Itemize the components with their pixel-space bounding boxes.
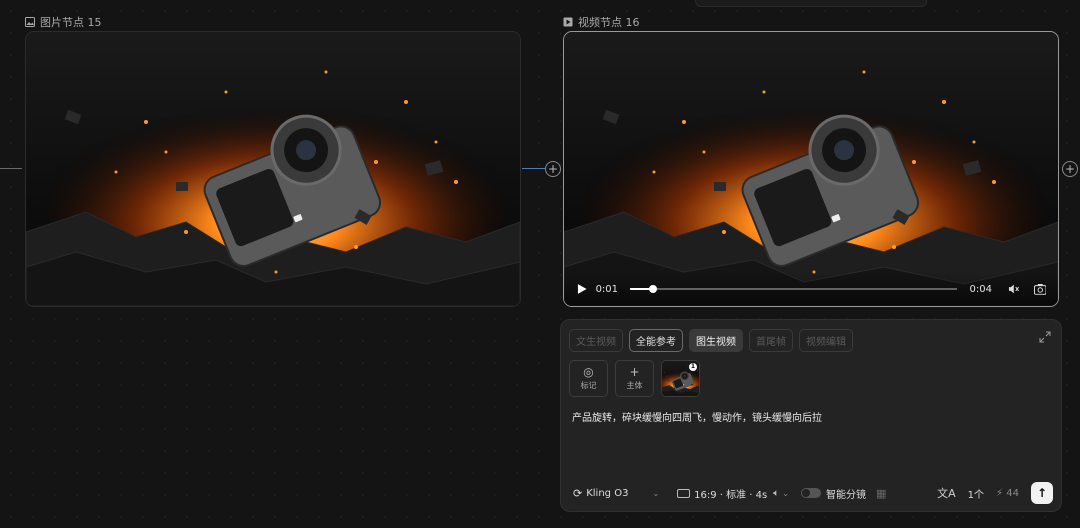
seek-bar[interactable] xyxy=(630,285,958,293)
credits-value: 44 xyxy=(1006,487,1019,499)
expand-icon[interactable] xyxy=(1039,331,1051,343)
video-player[interactable]: 0:01 0:04 xyxy=(563,31,1059,307)
image-node-title-label: 图片节点 15 xyxy=(40,16,102,29)
translate-icon[interactable]: 文A xyxy=(937,485,956,501)
generation-options-bar: ⟳ Kling O3 ⌄ 16:9 · 标准 · 4s 🔈︎ ⌄ 智能分镜 ▦ … xyxy=(573,482,1053,504)
video-node-title-label: 视频节点 16 xyxy=(578,16,640,29)
output-count[interactable]: 1个 xyxy=(968,486,984,501)
smart-storyboard-label: 智能分镜 xyxy=(825,489,866,501)
aspect-ratio-icon xyxy=(677,488,691,498)
mute-icon[interactable] xyxy=(1008,283,1020,295)
current-time: 0:01 xyxy=(595,283,619,295)
video-settings-selector[interactable]: 16:9 · 标准 · 4s xyxy=(677,486,767,501)
tab-image-to-video[interactable]: 图生视频 xyxy=(689,329,743,352)
tab-video-edit[interactable]: 视频编辑 xyxy=(799,329,853,352)
plus-icon: + xyxy=(1064,162,1076,176)
image-node-title: 图片节点 15 xyxy=(25,14,102,30)
camera-icon[interactable] xyxy=(1033,283,1047,295)
reference-tools: ◎ 标记 + 主体 1 xyxy=(569,360,700,397)
image-preview-art xyxy=(26,32,520,306)
chevron-down-icon[interactable]: ⌄ xyxy=(782,489,789,498)
tab-omni-reference[interactable]: 全能参考 xyxy=(629,329,683,352)
location-pin-icon: ◎ xyxy=(583,365,594,379)
reference-image-thumbnail[interactable]: 1 xyxy=(661,360,700,397)
add-subject-button[interactable]: + 主体 xyxy=(615,360,654,397)
tab-text-to-video[interactable]: 文生视频 xyxy=(569,329,623,352)
input-connector xyxy=(0,168,22,169)
model-name: Kling O3 xyxy=(586,487,629,499)
tab-first-last-frame[interactable]: 首尾帧 xyxy=(749,329,793,352)
arrow-up-icon: ↑ xyxy=(1036,486,1048,500)
mark-button[interactable]: ◎ 标记 xyxy=(569,360,608,397)
subject-label: 主体 xyxy=(626,381,643,390)
model-selector[interactable]: ⟳ Kling O3 xyxy=(573,487,628,500)
refresh-icon: ⟳ xyxy=(573,486,583,500)
image-preview[interactable] xyxy=(25,31,521,307)
speaker-icon[interactable]: 🔈︎ xyxy=(773,488,779,499)
image-node-add-output[interactable]: + xyxy=(545,161,561,177)
chevron-down-icon[interactable]: ⌄ xyxy=(652,489,659,498)
video-controls: 0:01 0:04 xyxy=(564,272,1058,306)
generation-actions: 文A 1个 ⚡︎ 44 ↑ xyxy=(937,482,1053,504)
prompt-input[interactable]: 产品旋转，碎块缓慢向四周飞，慢动作，镜头缓慢向后拉 xyxy=(572,409,822,424)
storyboard-grid-icon[interactable]: ▦ xyxy=(876,487,886,500)
video-node-add-output[interactable]: + xyxy=(1062,161,1078,177)
seek-knob[interactable] xyxy=(648,285,657,293)
lightning-icon: ⚡︎ xyxy=(996,487,1004,499)
credits-display: ⚡︎ 44 xyxy=(996,488,1019,499)
thumbnail-index-badge: 1 xyxy=(689,363,697,371)
video-icon xyxy=(563,17,573,27)
mode-tabs: 文生视频 全能参考 图生视频 首尾帧 视频编辑 xyxy=(569,329,853,352)
link-connector xyxy=(522,168,546,169)
video-settings-value: 16:9 · 标准 · 4s xyxy=(694,489,768,501)
play-icon[interactable] xyxy=(576,283,588,295)
video-node-title: 视频节点 16 xyxy=(563,14,640,30)
mark-label: 标记 xyxy=(580,381,597,390)
image-icon xyxy=(25,17,35,27)
plus-icon: + xyxy=(547,162,559,176)
smart-storyboard-toggle[interactable] xyxy=(800,488,821,498)
video-frame-art xyxy=(564,32,1058,306)
generate-button[interactable]: ↑ xyxy=(1031,482,1053,504)
duration: 0:04 xyxy=(969,283,992,295)
plus-icon: + xyxy=(629,365,640,379)
generation-panel: 文生视频 全能参考 图生视频 首尾帧 视频编辑 ◎ 标记 + 主体 1 产品旋转… xyxy=(560,319,1062,512)
top-toolbar-stub xyxy=(695,0,927,7)
